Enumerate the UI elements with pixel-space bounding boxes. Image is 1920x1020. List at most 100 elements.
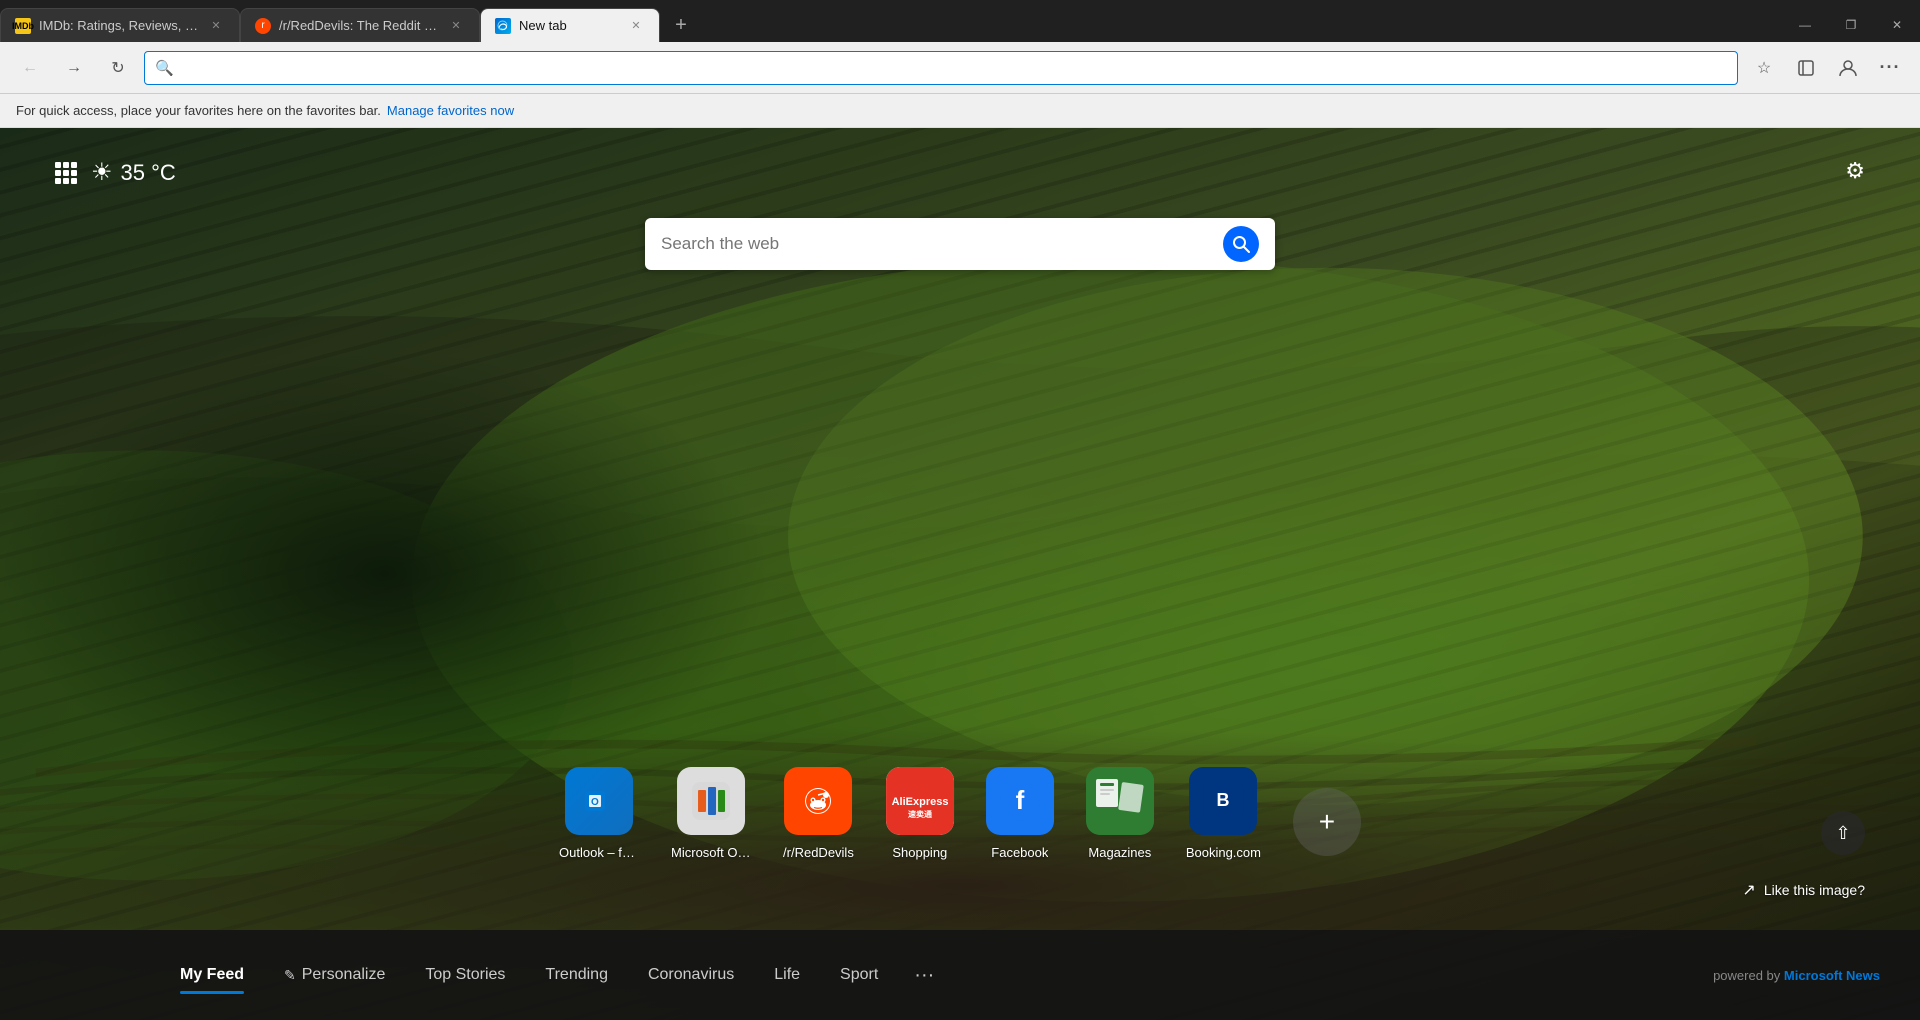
outlook-label: Outlook – fre... bbox=[559, 845, 639, 860]
tab-imdb-close[interactable]: ✕ bbox=[207, 17, 225, 35]
maximize-button[interactable]: ❐ bbox=[1828, 8, 1874, 42]
office-label: Microsoft Offi... bbox=[671, 845, 751, 860]
tab-reddit-title: /r/RedDevils: The Reddit home f... bbox=[279, 18, 439, 33]
shortcuts-row: O Outlook – fre... Microsoft Offi... bbox=[559, 767, 1361, 860]
temperature-label: 35 °C bbox=[121, 160, 176, 186]
facebook-label: Facebook bbox=[991, 845, 1048, 860]
trending-label: Trending bbox=[545, 966, 608, 983]
office-icon bbox=[677, 767, 745, 835]
gear-icon: ⚙ bbox=[1845, 158, 1865, 183]
add-shortcut[interactable]: + bbox=[1293, 788, 1361, 860]
tab-imdb-title: IMDb: Ratings, Reviews, and Wh... bbox=[39, 18, 199, 33]
tab-imdb[interactable]: IMDb IMDb: Ratings, Reviews, and Wh... ✕ bbox=[0, 8, 240, 42]
toolbar-right: ☆ ··· bbox=[1746, 50, 1908, 86]
search-wrap bbox=[645, 218, 1275, 270]
reddit-favicon: r bbox=[255, 18, 271, 34]
add-tab-button[interactable]: + bbox=[664, 8, 698, 42]
settings-button[interactable]: ⚙ bbox=[1845, 158, 1865, 184]
tab-reddit[interactable]: r /r/RedDevils: The Reddit home f... ✕ bbox=[240, 8, 480, 42]
coronavirus-label: Coronavirus bbox=[648, 966, 734, 983]
imdb-favicon: IMDb bbox=[15, 18, 31, 34]
tab-sport[interactable]: Sport bbox=[820, 958, 898, 992]
shortcut-reddit[interactable]: /r/RedDevils bbox=[783, 767, 854, 860]
tab-topstories[interactable]: Top Stories bbox=[405, 958, 525, 992]
toolbar: ← → ↻ 🔍 ☆ ··· bbox=[0, 42, 1920, 94]
close-button[interactable]: ✕ bbox=[1874, 8, 1920, 42]
pencil-icon: ✎ bbox=[284, 967, 296, 984]
shortcut-facebook[interactable]: f Facebook bbox=[986, 767, 1054, 860]
expand-icon: ↗ bbox=[1742, 880, 1755, 900]
microsoft-news-logo: Microsoft News bbox=[1784, 968, 1880, 983]
like-image-button[interactable]: ↗ Like this image? bbox=[1742, 880, 1865, 900]
apps-grid-button[interactable] bbox=[55, 162, 77, 184]
refresh-button[interactable]: ↻ bbox=[100, 50, 136, 86]
sport-label: Sport bbox=[840, 966, 878, 983]
shopping-icon: AliExpress 速卖通 bbox=[886, 767, 954, 835]
shortcut-magazines[interactable]: Magazines bbox=[1086, 767, 1154, 860]
powered-by: powered by Microsoft News bbox=[1713, 968, 1920, 983]
like-image-label: Like this image? bbox=[1764, 882, 1865, 898]
facebook-icon: f bbox=[986, 767, 1054, 835]
reddit-label: /r/RedDevils bbox=[783, 845, 854, 860]
topstories-label: Top Stories bbox=[425, 966, 505, 983]
svg-text:f: f bbox=[1015, 785, 1024, 815]
news-tabs: My Feed ✎ Personalize Top Stories Trendi… bbox=[0, 956, 1713, 995]
powered-by-text: powered by bbox=[1713, 968, 1780, 983]
search-input[interactable] bbox=[661, 234, 1213, 254]
bottom-tabbar: My Feed ✎ Personalize Top Stories Trendi… bbox=[0, 930, 1920, 1020]
address-bar[interactable]: 🔍 bbox=[144, 51, 1738, 85]
weather-widget[interactable]: ☀ 35 °C bbox=[91, 158, 176, 187]
tab-life[interactable]: Life bbox=[754, 958, 820, 992]
newtab-page: ☀ 35 °C ⚙ ⇧ O Outlook – fre... bbox=[0, 128, 1920, 1020]
search-bar bbox=[645, 218, 1275, 270]
magazines-icon bbox=[1086, 767, 1154, 835]
more-button[interactable]: ··· bbox=[1872, 50, 1908, 86]
tab-personalize[interactable]: ✎ Personalize bbox=[264, 958, 405, 992]
shortcut-outlook[interactable]: O Outlook – fre... bbox=[559, 767, 639, 860]
tab-bar: IMDb IMDb: Ratings, Reviews, and Wh... ✕… bbox=[0, 0, 1920, 42]
favorites-bar: For quick access, place your favorites h… bbox=[0, 94, 1920, 128]
booking-label: Booking.com bbox=[1186, 845, 1261, 860]
window-controls: — ❐ ✕ bbox=[1782, 8, 1920, 42]
address-input[interactable] bbox=[182, 60, 1727, 76]
tab-newtab-close[interactable]: ✕ bbox=[627, 17, 645, 35]
tab-reddit-close[interactable]: ✕ bbox=[447, 17, 465, 35]
life-label: Life bbox=[774, 966, 800, 983]
magazines-label: Magazines bbox=[1088, 845, 1151, 860]
search-button[interactable] bbox=[1223, 226, 1259, 262]
account-button[interactable] bbox=[1830, 50, 1866, 86]
shortcut-shopping[interactable]: AliExpress 速卖通 Shopping bbox=[886, 767, 954, 860]
favorites-message: For quick access, place your favorites h… bbox=[16, 103, 381, 118]
svg-text:AliExpress: AliExpress bbox=[891, 796, 948, 808]
svg-text:B: B bbox=[1217, 790, 1230, 810]
svg-text:速卖通: 速卖通 bbox=[908, 809, 932, 819]
svg-text:O: O bbox=[591, 797, 599, 808]
reddit-icon bbox=[784, 767, 852, 835]
edge-favicon bbox=[495, 18, 511, 34]
collections-button[interactable] bbox=[1788, 50, 1824, 86]
back-button[interactable]: ← bbox=[12, 50, 48, 86]
browser-chrome: IMDb IMDb: Ratings, Reviews, and Wh... ✕… bbox=[0, 0, 1920, 128]
more-tabs-button[interactable]: ··· bbox=[898, 956, 950, 995]
personalize-label: Personalize bbox=[302, 966, 386, 984]
add-shortcut-button[interactable]: + bbox=[1293, 788, 1361, 856]
manage-favorites-link[interactable]: Manage favorites now bbox=[387, 103, 514, 118]
shortcut-booking[interactable]: B Booking.com bbox=[1186, 767, 1261, 860]
minimize-button[interactable]: — bbox=[1782, 8, 1828, 42]
tab-coronavirus[interactable]: Coronavirus bbox=[628, 958, 754, 992]
scroll-up-button[interactable]: ⇧ bbox=[1821, 811, 1865, 855]
tab-trending[interactable]: Trending bbox=[525, 958, 628, 992]
tab-myfeed[interactable]: My Feed bbox=[160, 958, 264, 992]
tab-newtab-title: New tab bbox=[519, 18, 619, 33]
search-icon: 🔍 bbox=[155, 59, 174, 77]
top-left-widgets: ☀ 35 °C bbox=[55, 158, 176, 187]
myfeed-label: My Feed bbox=[180, 966, 244, 983]
forward-button[interactable]: → bbox=[56, 50, 92, 86]
shortcut-office[interactable]: Microsoft Offi... bbox=[671, 767, 751, 860]
star-button[interactable]: ☆ bbox=[1746, 50, 1782, 86]
booking-icon: B bbox=[1189, 767, 1257, 835]
shopping-label: Shopping bbox=[892, 845, 947, 860]
sun-icon: ☀ bbox=[91, 158, 113, 187]
tab-newtab[interactable]: New tab ✕ bbox=[480, 8, 660, 42]
outlook-icon: O bbox=[565, 767, 633, 835]
